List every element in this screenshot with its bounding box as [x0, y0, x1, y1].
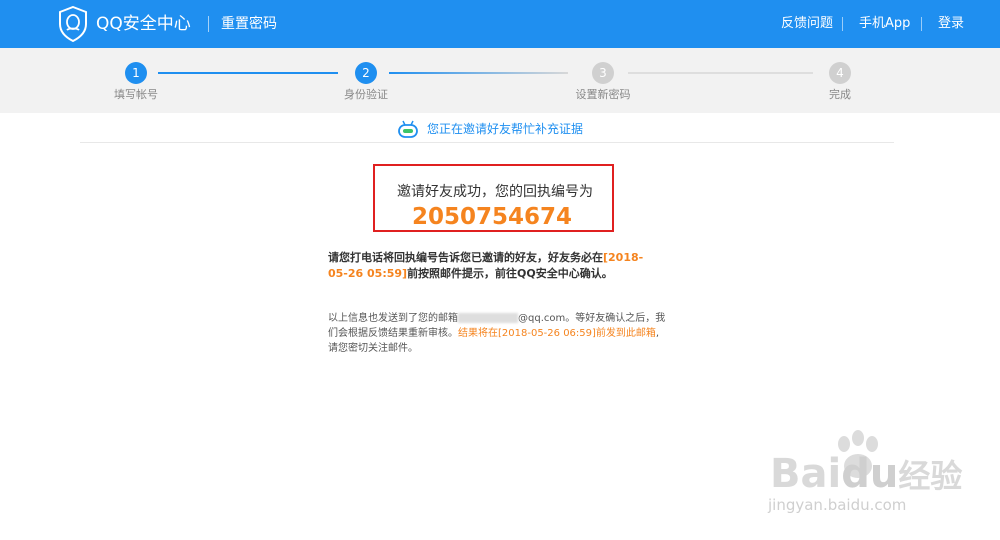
page-subtitle: 重置密码 — [221, 16, 277, 32]
login-link[interactable]: 登录 — [938, 15, 964, 33]
mobile-app-link[interactable]: 手机App — [859, 15, 910, 33]
header-divider — [208, 16, 209, 32]
result-note: 结果将在[2018-05-26 06:59]前发到此邮箱 — [458, 328, 656, 339]
step-3-circle: 3 — [592, 62, 614, 84]
top-header: QQ安全中心 重置密码 反馈问题 手机App 登录 — [0, 0, 1000, 48]
step-4-circle: 4 — [829, 62, 851, 84]
notice-bar: 您正在邀请好友帮忙补充证据 — [80, 113, 894, 143]
progress-steps: 1 2 3 4 填写帐号 身份验证 设置新密码 完成 — [0, 48, 1000, 113]
page: QQ安全中心 重置密码 反馈问题 手机App 登录 1 2 3 4 填写帐号 身… — [0, 0, 1000, 540]
instructions-text: 请您打电话将回执编号告诉您已邀请的好友，好友务必在[2018-05-26 05:… — [328, 250, 658, 282]
watermark-brand-part2: du — [841, 451, 899, 497]
watermark-url: jingyan.baidu.com — [768, 496, 907, 514]
step-connector-3 — [628, 72, 813, 74]
instructions-part1: 请您打电话将回执编号告诉您已邀请的好友，好友务必在 — [328, 251, 603, 264]
feedback-link[interactable]: 反馈问题 — [781, 15, 833, 33]
success-box: 邀请好友成功，您的回执编号为 2050754674 — [373, 164, 614, 232]
receipt-number: 2050754674 — [412, 204, 573, 230]
step-1-label: 填写帐号 — [114, 88, 158, 101]
info-part1: 以上信息也发送到了您的邮箱 — [328, 313, 458, 324]
brand-title[interactable]: QQ安全中心 — [96, 13, 191, 35]
instructions-part2: 前按照邮件提示，前往QQ安全中心确认。 — [407, 267, 613, 280]
success-message: 邀请好友成功，您的回执编号为 — [397, 184, 593, 200]
step-3-label: 设置新密码 — [575, 88, 631, 101]
watermark-brand-part3: 经验 — [898, 457, 963, 495]
email-info-text: 以上信息也发送到了您的邮箱 @qq.com。等好友确认之后，我们会根据反馈结果重新… — [328, 311, 668, 356]
notice-text: 您正在邀请好友帮忙补充证据 — [427, 122, 584, 136]
watermark-brand: Baidu经验 — [770, 450, 962, 500]
step-2-circle: 2 — [355, 62, 377, 84]
step-1-circle: 1 — [125, 62, 147, 84]
nav-divider — [842, 17, 843, 31]
step-2-label: 身份验证 — [344, 88, 388, 101]
step-connector-1 — [158, 72, 338, 74]
robot-icon — [398, 120, 418, 138]
watermark-brand-part1: Bai — [770, 451, 842, 497]
step-connector-2 — [389, 72, 568, 74]
step-4-label: 完成 — [829, 88, 851, 101]
shield-logo-icon — [59, 6, 87, 42]
nav-divider — [921, 17, 922, 31]
baidu-jingyan-watermark: Baidu经验 jingyan.baidu.com — [760, 428, 962, 520]
masked-email — [458, 313, 518, 323]
